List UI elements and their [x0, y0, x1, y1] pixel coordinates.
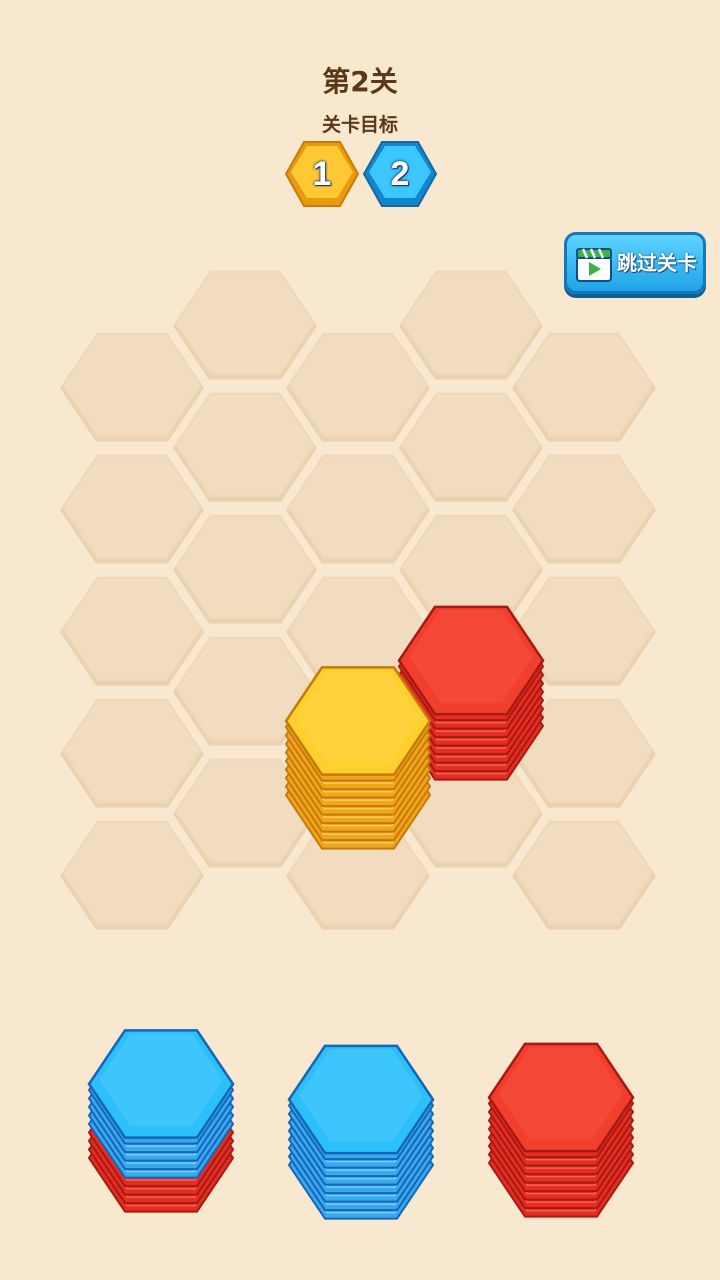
tray-piece-3[interactable]: [487, 1042, 635, 1218]
board-cell[interactable]: [60, 454, 204, 564]
board-cell[interactable]: [60, 332, 204, 442]
board-cell[interactable]: [60, 820, 204, 930]
board-stack-yellow[interactable]: [284, 666, 432, 850]
board-cell[interactable]: [60, 576, 204, 686]
board-cell[interactable]: [286, 332, 430, 442]
hex-board[interactable]: [0, 0, 720, 960]
board-cell[interactable]: [512, 454, 656, 564]
board-cell[interactable]: [399, 392, 543, 502]
board-cell[interactable]: [173, 392, 317, 502]
board-cell[interactable]: [512, 332, 656, 442]
board-cell[interactable]: [60, 698, 204, 808]
board-cell[interactable]: [173, 514, 317, 624]
board-cell[interactable]: [286, 454, 430, 564]
board-cell[interactable]: [512, 820, 656, 930]
board-cell[interactable]: [399, 270, 543, 380]
tray-piece-1[interactable]: [87, 1029, 235, 1213]
board-cell[interactable]: [173, 270, 317, 380]
tray-piece-2[interactable]: [287, 1044, 435, 1220]
